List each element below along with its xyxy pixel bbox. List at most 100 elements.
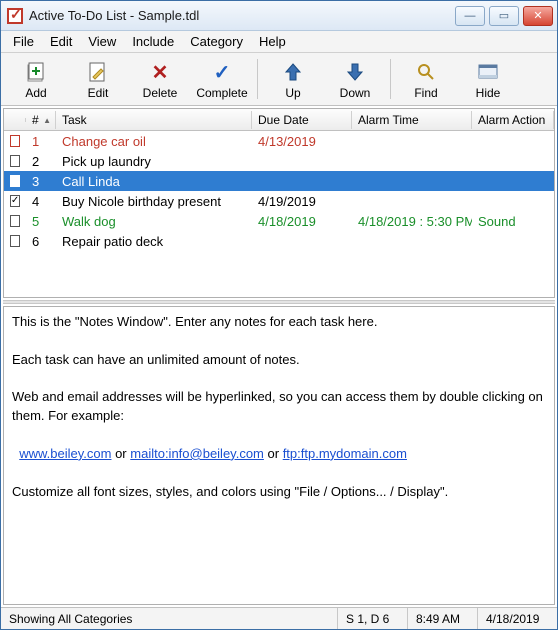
toolbar: Add Edit ✕ Delete ✓ Complete Up Down Fin… [1, 53, 557, 106]
task-checkbox-cell[interactable] [4, 214, 26, 228]
task-number: 3 [26, 173, 56, 190]
task-alarm-action [472, 200, 554, 202]
task-number: 2 [26, 153, 56, 170]
hide-button[interactable]: Hide [457, 55, 519, 103]
up-button[interactable]: Up [262, 55, 324, 103]
edit-icon [86, 60, 110, 84]
notes-line: www.beiley.com or mailto:info@beiley.com… [12, 445, 546, 464]
task-alarm-action [472, 160, 554, 162]
task-alarm-action [472, 180, 554, 182]
notes-line: Customize all font sizes, styles, and co… [12, 483, 546, 502]
status-date: 4/18/2019 [477, 608, 557, 629]
task-row[interactable]: 6Repair patio deck [4, 231, 554, 251]
column-due-date[interactable]: Due Date [252, 111, 352, 129]
list-header: #▲ Task Due Date Alarm Time Alarm Action [4, 109, 554, 131]
task-checkbox-cell[interactable] [4, 234, 26, 248]
status-bar: Showing All Categories S 1, D 6 8:49 AM … [1, 607, 557, 629]
task-row[interactable]: 3Call Linda [4, 171, 554, 191]
task-number: 6 [26, 233, 56, 250]
notes-pane[interactable]: This is the "Notes Window". Enter any no… [3, 306, 555, 605]
maximize-button[interactable]: ▭ [489, 6, 519, 26]
menu-edit[interactable]: Edit [42, 32, 80, 51]
edit-button[interactable]: Edit [67, 55, 129, 103]
sort-asc-icon: ▲ [43, 116, 51, 125]
task-list: #▲ Task Due Date Alarm Time Alarm Action… [3, 108, 555, 298]
hide-label: Hide [476, 86, 501, 100]
minimize-button[interactable]: — [455, 6, 485, 26]
delete-button[interactable]: ✕ Delete [129, 55, 191, 103]
menu-include[interactable]: Include [124, 32, 182, 51]
delete-icon: ✕ [148, 60, 172, 84]
task-row[interactable]: ✓4Buy Nicole birthday present4/19/2019 [4, 191, 554, 211]
find-button[interactable]: Find [395, 55, 457, 103]
status-categories: Showing All Categories [1, 608, 337, 629]
window-buttons: — ▭ ✕ [455, 6, 553, 26]
up-label: Up [285, 86, 300, 100]
task-alarm-action [472, 240, 554, 242]
notes-line: This is the "Notes Window". Enter any no… [12, 313, 546, 332]
app-icon [7, 8, 23, 24]
task-checkbox-cell[interactable]: ✓ [4, 194, 26, 208]
task-number: 5 [26, 213, 56, 230]
column-alarm-action[interactable]: Alarm Action [472, 111, 554, 129]
notes-link[interactable]: ftp:ftp.mydomain.com [283, 446, 407, 461]
task-due-date: 4/19/2019 [252, 193, 352, 210]
complete-label: Complete [196, 86, 247, 100]
down-label: Down [340, 86, 371, 100]
column-task[interactable]: Task [56, 111, 252, 129]
checkbox-icon[interactable] [10, 155, 20, 167]
complete-icon: ✓ [210, 60, 234, 84]
status-time: 8:49 AM [407, 608, 477, 629]
task-alarm-time [352, 160, 472, 162]
task-row[interactable]: 1Change car oil4/13/2019 [4, 131, 554, 151]
hide-icon [476, 60, 500, 84]
task-checkbox-cell[interactable] [4, 134, 26, 148]
column-number[interactable]: #▲ [26, 111, 56, 129]
task-name: Repair patio deck [56, 233, 252, 250]
task-checkbox-cell[interactable] [4, 154, 26, 168]
task-row[interactable]: 2Pick up laundry [4, 151, 554, 171]
task-name: Walk dog [56, 213, 252, 230]
toolbar-separator [390, 59, 391, 99]
task-due-date: 4/13/2019 [252, 133, 352, 150]
task-row[interactable]: 5Walk dog4/18/20194/18/2019 : 5:30 PMSou… [4, 211, 554, 231]
checkbox-icon[interactable] [10, 215, 20, 227]
menu-help[interactable]: Help [251, 32, 294, 51]
splitter[interactable] [3, 300, 555, 304]
checkbox-icon[interactable] [10, 135, 20, 147]
menu-file[interactable]: File [5, 32, 42, 51]
task-due-date [252, 240, 352, 242]
task-name: Change car oil [56, 133, 252, 150]
down-arrow-icon [343, 60, 367, 84]
window-title: Active To-Do List - Sample.tdl [29, 8, 455, 23]
edit-label: Edit [88, 86, 109, 100]
task-alarm-time [352, 200, 472, 202]
checkbox-icon[interactable] [10, 235, 20, 247]
task-name: Pick up laundry [56, 153, 252, 170]
notes-link[interactable]: www.beiley.com [19, 446, 111, 461]
add-icon [24, 60, 48, 84]
column-checkbox[interactable] [4, 118, 26, 122]
menu-category[interactable]: Category [182, 32, 251, 51]
checkbox-icon[interactable] [10, 175, 20, 187]
status-selection: S 1, D 6 [337, 608, 407, 629]
menu-view[interactable]: View [80, 32, 124, 51]
task-alarm-action: Sound [472, 213, 554, 230]
notes-line: Web and email addresses will be hyperlin… [12, 388, 546, 426]
list-body[interactable]: 1Change car oil4/13/20192Pick up laundry… [4, 131, 554, 297]
checkbox-icon[interactable]: ✓ [10, 195, 20, 207]
notes-link[interactable]: mailto:info@beiley.com [130, 446, 264, 461]
add-button[interactable]: Add [5, 55, 67, 103]
close-button[interactable]: ✕ [523, 6, 553, 26]
title-bar: Active To-Do List - Sample.tdl — ▭ ✕ [1, 1, 557, 31]
task-alarm-action [472, 140, 554, 142]
task-checkbox-cell[interactable] [4, 174, 26, 188]
column-alarm-time[interactable]: Alarm Time [352, 111, 472, 129]
complete-button[interactable]: ✓ Complete [191, 55, 253, 103]
delete-label: Delete [143, 86, 178, 100]
task-due-date: 4/18/2019 [252, 213, 352, 230]
menu-bar: File Edit View Include Category Help [1, 31, 557, 53]
task-alarm-time: 4/18/2019 : 5:30 PM [352, 213, 472, 230]
down-button[interactable]: Down [324, 55, 386, 103]
task-due-date [252, 160, 352, 162]
